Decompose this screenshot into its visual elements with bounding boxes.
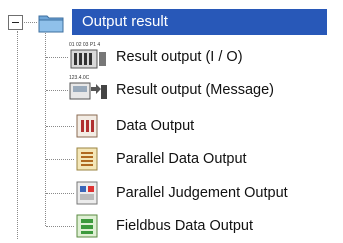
connector-line	[46, 159, 74, 160]
tree-node-parallel-judgement-output[interactable]: Parallel Judgement Output	[0, 179, 343, 207]
tree-node-label: Parallel Data Output	[116, 151, 247, 167]
io-terminal-icon: 01 02 03 P1 4	[69, 42, 106, 69]
tree-node-parallel-data-output[interactable]: Parallel Data Output	[0, 145, 343, 173]
tree-node-label: Result output (I / O)	[116, 49, 243, 65]
tree-node-label: Parallel Judgement Output	[116, 185, 288, 201]
output-result-tree: Output result 01 02 03 P1 4 Result outpu…	[0, 0, 343, 243]
connector-line	[46, 193, 74, 194]
tree-node-data-output[interactable]: Data Output	[0, 112, 343, 140]
collapse-expander-icon[interactable]	[8, 15, 23, 30]
tree-node-result-output-io[interactable]: 01 02 03 P1 4 Result output (I / O)	[0, 42, 343, 71]
tree-node-fieldbus-data-output[interactable]: Fieldbus Data Output	[0, 212, 343, 240]
folder-icon	[38, 15, 64, 33]
connector-line	[46, 57, 68, 58]
tree-node-result-output-message[interactable]: 123.4.0C Result output (Message)	[0, 75, 343, 104]
connector-line	[24, 22, 37, 23]
tree-node-label: Fieldbus Data Output	[116, 218, 254, 234]
parallel-data-icon	[76, 147, 98, 171]
tree-node-label: Data Output	[116, 118, 195, 134]
message-icon-caption: 123.4.0C	[69, 75, 90, 81]
connector-line	[46, 126, 74, 127]
parallel-judgement-icon	[76, 181, 98, 205]
fieldbus-data-icon	[76, 214, 98, 238]
data-output-icon	[76, 114, 98, 138]
io-icon-caption: 01 02 03 P1 4	[69, 42, 100, 48]
connector-line	[46, 226, 74, 227]
message-output-icon: 123.4.0C	[69, 75, 107, 100]
connector-line	[46, 90, 68, 91]
tree-node-label: Result output (Message)	[116, 82, 274, 98]
tree-node-output-result[interactable]: Output result	[72, 9, 327, 35]
